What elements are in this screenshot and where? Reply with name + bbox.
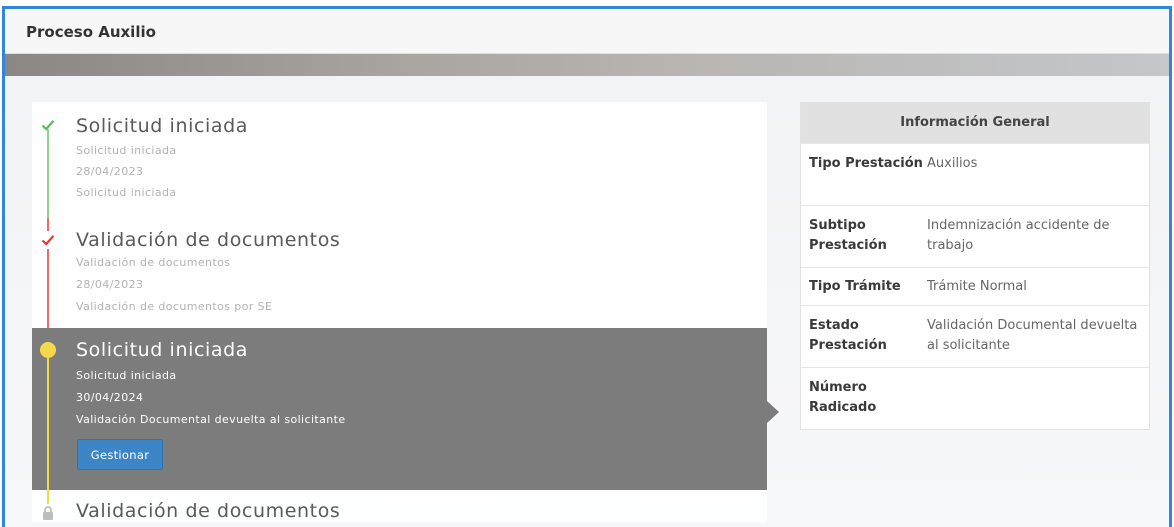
info-row-tipo-prestacion: Tipo Prestación Auxilios [801, 143, 1149, 205]
info-row-tipo-tramite: Tipo Trámite Trámite Normal [801, 267, 1149, 305]
step-title: Solicitud iniciada [76, 339, 249, 361]
step-date: 28/04/2023 [76, 278, 144, 291]
active-step-pointer [767, 401, 779, 423]
info-label: Estado Prestación [809, 318, 887, 353]
info-label: Número Radicado [809, 380, 877, 415]
lock-icon [39, 504, 57, 522]
info-value: Indemnización accidente de trabajo [927, 218, 1110, 253]
info-value: Validación Documental devuelta al solici… [927, 318, 1138, 353]
process-timeline: Solicitud iniciada Solicitud iniciada 28… [32, 102, 767, 522]
general-info-panel: Información General Tipo Prestación Auxi… [800, 102, 1150, 430]
timeline-connector [47, 358, 49, 490]
info-label: Subtipo Prestación [809, 218, 887, 253]
info-panel-heading: Información General [801, 103, 1149, 143]
current-dot-icon [39, 341, 57, 359]
timeline-step-2: Validación de documentos Validación de d… [32, 218, 767, 328]
step-title: Validación de documentos [76, 229, 341, 251]
step-date: 28/04/2023 [76, 165, 144, 178]
info-value: Trámite Normal [927, 279, 1027, 294]
info-value [927, 378, 1141, 419]
step-detail: Solicitud iniciada [76, 144, 177, 157]
step-date: 30/04/2024 [76, 391, 144, 404]
step-title: Solicitud iniciada [76, 115, 249, 137]
step-title: Validación de documentos [76, 500, 341, 522]
check-icon [39, 116, 57, 134]
info-value: Auxilios [927, 156, 978, 171]
step-status: Validación de documentos por SE [76, 300, 273, 313]
timeline-step-4-locked: Validación de documentos [32, 490, 767, 522]
timeline-step-1: Solicitud iniciada Solicitud iniciada 28… [32, 102, 767, 218]
check-icon [39, 231, 57, 249]
timeline-step-3-current: Solicitud iniciada Solicitud iniciada 30… [32, 328, 767, 490]
timeline-connector [47, 490, 49, 504]
info-label: Tipo Prestación [809, 156, 923, 171]
step-status: Solicitud iniciada [76, 186, 177, 199]
gestionar-button[interactable]: Gestionar [77, 439, 163, 470]
step-status: Validación Documental devuelta al solici… [76, 413, 346, 426]
info-row-numero-radicado: Número Radicado [801, 367, 1149, 429]
step-detail: Validación de documentos [76, 256, 231, 269]
header-banner [5, 54, 1169, 76]
page-title: Proceso Auxilio [26, 23, 156, 41]
info-row-estado-prestacion: Estado Prestación Validación Documental … [801, 305, 1149, 367]
info-label: Tipo Trámite [809, 279, 901, 294]
info-row-subtipo-prestacion: Subtipo Prestación Indemnización acciden… [801, 205, 1149, 267]
timeline-connector [47, 129, 49, 218]
step-detail: Solicitud iniciada [76, 369, 177, 382]
page-header: Proceso Auxilio [5, 9, 1169, 54]
